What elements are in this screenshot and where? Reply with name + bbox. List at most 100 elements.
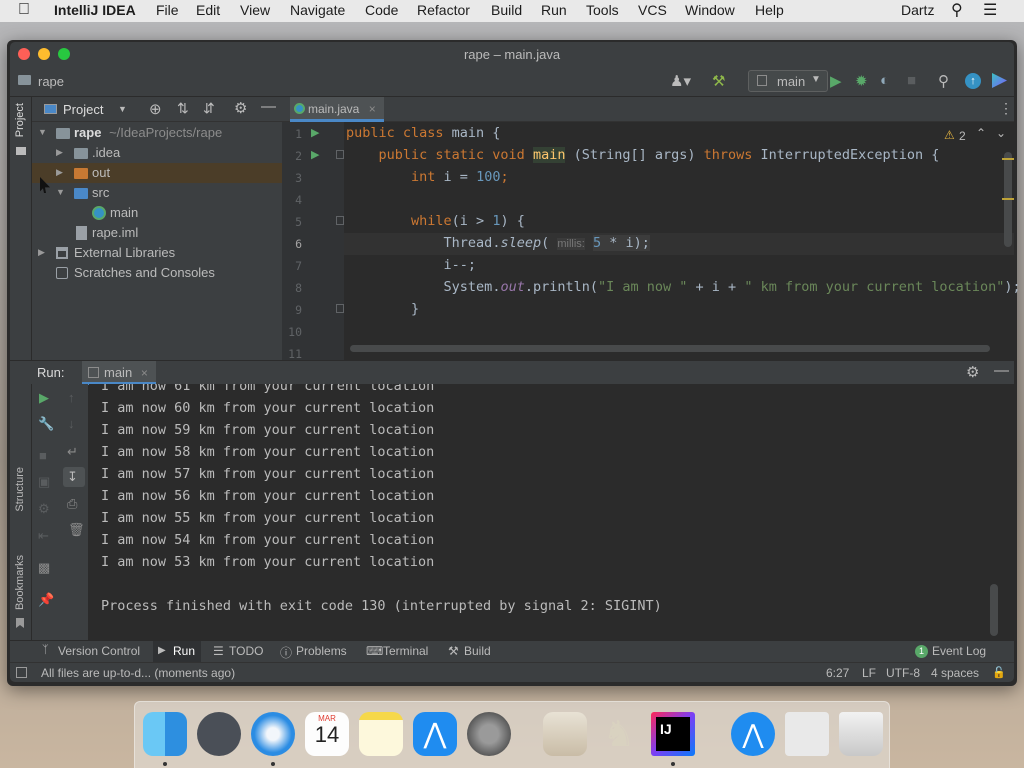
tree-item-idea[interactable]: .idea	[92, 143, 120, 163]
code-line-6[interactable]: Thread.sleep( millis: 5 * i);	[346, 235, 650, 251]
settings-icon[interactable]: ⚙	[38, 501, 50, 517]
chevron-down-icon[interactable]: ▼	[38, 127, 47, 137]
fold-marker-icon[interactable]	[336, 216, 344, 225]
stop-icon[interactable]: ■	[39, 448, 47, 463]
code-line-7[interactable]: i--;	[346, 257, 477, 273]
calculator-icon[interactable]	[543, 712, 587, 756]
camera-icon[interactable]: ▣	[38, 474, 50, 490]
tab-problems[interactable]: Problems	[296, 644, 347, 658]
chevron-right-icon[interactable]: ▶	[56, 167, 63, 178]
tool-windows-toggle-icon[interactable]	[16, 667, 27, 678]
breadcrumb[interactable]: rape	[38, 74, 64, 89]
wrench-icon[interactable]: 🔧	[38, 416, 54, 432]
chevron-down-icon[interactable]: ▼	[118, 104, 127, 114]
chess-knight-icon[interactable]: ♞	[597, 712, 641, 756]
warning-icon[interactable]: ⚠	[944, 128, 955, 142]
tree-item-out-row[interactable]	[32, 163, 282, 183]
collapse-all-icon[interactable]: ⇵	[203, 100, 215, 117]
chevron-down-icon[interactable]: ▼	[56, 187, 65, 197]
user-dropdown-icon[interactable]: ♟▾	[670, 72, 691, 90]
stop-icon[interactable]: ■	[907, 72, 916, 89]
menu-file[interactable]: File	[156, 2, 179, 18]
menu-code[interactable]: Code	[365, 2, 398, 18]
search-icon[interactable]: ⚲	[938, 72, 949, 90]
launchpad-rocket-icon[interactable]	[197, 712, 241, 756]
code-line-3[interactable]: int i = 100;	[346, 169, 509, 185]
file-encoding[interactable]: UTF-8	[886, 666, 920, 680]
console-scrollbar[interactable]	[990, 584, 998, 636]
tree-item-main[interactable]: main	[110, 203, 138, 223]
chevron-right-icon[interactable]: ▶	[56, 147, 63, 158]
run-icon[interactable]: ▶	[830, 72, 842, 90]
console-output[interactable]: I am now 61 km from your current locatio…	[89, 384, 1000, 640]
menu-tools[interactable]: Tools	[586, 2, 619, 18]
intellij-idea-icon[interactable]: IJ	[651, 712, 695, 756]
spotlight-search-icon[interactable]: ⚲	[951, 0, 963, 20]
code-line-2[interactable]: public static void main (String[] args) …	[346, 147, 939, 163]
fold-marker-icon[interactable]	[336, 150, 344, 159]
caret-position[interactable]: 6:27	[826, 666, 849, 680]
notes-icon[interactable]	[359, 712, 403, 756]
app-store-downloads-icon[interactable]: ⋀	[731, 712, 775, 756]
menu-view[interactable]: View	[240, 2, 270, 18]
run-gutter-icon[interactable]: ▶	[311, 126, 319, 139]
warning-count[interactable]: 2	[959, 129, 966, 143]
coverage-icon[interactable]: ◐	[880, 72, 889, 89]
tab-build[interactable]: Build	[464, 644, 491, 658]
hide-panel-icon[interactable]: —	[261, 98, 276, 115]
event-log-button[interactable]: Event Log	[932, 644, 986, 658]
app-store-icon[interactable]: ⋀	[413, 712, 457, 756]
tab-version-control[interactable]: Version Control	[58, 644, 140, 658]
trash-icon[interactable]: 🗑	[68, 522, 85, 538]
print-icon[interactable]: ⎙	[67, 496, 77, 512]
debug-bug-icon[interactable]: ✹	[855, 72, 868, 90]
calendar-icon[interactable]: MAR 14	[305, 712, 349, 756]
close-tab-icon[interactable]: ×	[141, 366, 148, 380]
exit-icon[interactable]: ⇤	[38, 528, 49, 544]
tree-item-scratches[interactable]: Scratches and Consoles	[74, 263, 215, 283]
indent-setting[interactable]: 4 spaces	[931, 666, 979, 680]
more-actions-icon[interactable]: ⋮	[999, 100, 1013, 117]
menu-vcs[interactable]: VCS	[638, 2, 667, 18]
run-gutter-icon[interactable]: ▶	[311, 148, 319, 161]
code-line-5[interactable]: while(i > 1) {	[346, 213, 525, 229]
apple-icon[interactable]: 	[18, 1, 30, 19]
hide-panel-icon[interactable]: —	[994, 362, 1009, 379]
locate-crosshair-icon[interactable]: ⊕	[149, 100, 162, 118]
menu-refactor[interactable]: Refactor	[417, 2, 470, 18]
run-configuration-select[interactable]: main ▼	[748, 70, 828, 92]
up-arrow-icon[interactable]: ↑	[68, 390, 75, 405]
close-tab-icon[interactable]: ×	[369, 102, 376, 116]
tree-item-external-libraries[interactable]: External Libraries	[74, 243, 175, 263]
chevron-right-icon[interactable]: ▶	[38, 247, 45, 258]
bookmarks-tool-tab[interactable]: Bookmarks	[14, 555, 26, 610]
next-highlight-icon[interactable]: ⌄	[996, 126, 1006, 140]
menu-build[interactable]: Build	[491, 2, 522, 18]
menu-user[interactable]: Dartz	[901, 2, 934, 18]
tree-root[interactable]: rape ~/IdeaProjects/rape	[74, 123, 222, 143]
pin-icon[interactable]: 📌	[38, 592, 54, 608]
horizontal-scrollbar[interactable]	[350, 345, 990, 352]
tab-todo[interactable]: TODO	[229, 644, 263, 658]
menu-run[interactable]: Run	[541, 2, 567, 18]
line-separator[interactable]: LF	[862, 666, 876, 680]
document-file-icon[interactable]	[785, 712, 829, 756]
previous-highlight-icon[interactable]: ⌃	[976, 126, 986, 140]
code-line-9[interactable]: }	[346, 301, 419, 317]
tree-item-iml[interactable]: rape.iml	[92, 223, 138, 243]
tree-item-out[interactable]: out	[92, 163, 110, 183]
system-preferences-gear-icon[interactable]	[467, 712, 511, 756]
fold-marker-icon[interactable]	[336, 304, 344, 313]
tree-item-src[interactable]: src	[92, 183, 109, 203]
status-message[interactable]: All files are up-to-d... (moments ago)	[41, 666, 235, 680]
rerun-icon[interactable]: ▶	[39, 390, 49, 406]
project-tool-tab[interactable]: Project	[14, 103, 26, 137]
control-center-icon[interactable]: ☰	[983, 0, 997, 20]
code-line-1[interactable]: public class main {	[346, 125, 500, 141]
menu-navigate[interactable]: Navigate	[290, 2, 345, 18]
jetbrains-toolbox-icon[interactable]	[992, 73, 1007, 88]
gear-icon[interactable]: ⚙	[966, 363, 979, 381]
expand-all-icon[interactable]: ⇅	[177, 100, 189, 117]
safari-compass-icon[interactable]	[251, 712, 295, 756]
project-view-select[interactable]: Project	[63, 102, 103, 117]
